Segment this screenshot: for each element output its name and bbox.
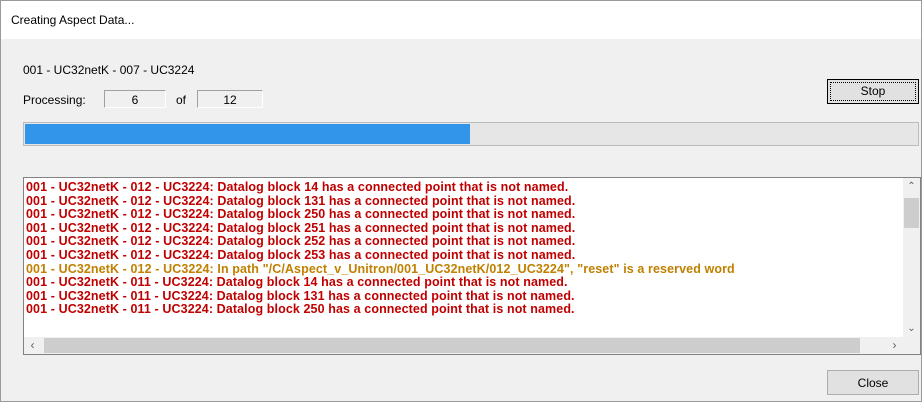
log-entry: 001 - UC32netK - 011 - UC3224: Datalog b… <box>26 275 568 290</box>
scroll-left-icon[interactable]: ‹ <box>24 338 41 352</box>
scroll-right-icon[interactable]: › <box>886 338 903 352</box>
horizontal-scrollbar[interactable]: ‹ › <box>24 337 903 354</box>
log-entry: 001 - UC32netK - 012 - UC3224: Datalog b… <box>26 193 576 208</box>
stop-button[interactable]: Stop <box>827 79 919 104</box>
current-count-field: 6 <box>104 90 166 108</box>
log-entry: 001 - UC32netK - 012 - UC3224: Datalog b… <box>26 207 576 222</box>
log-list[interactable]: 001 - UC32netK - 012 - UC3224: Datalog b… <box>23 177 921 355</box>
log-lines: 001 - UC32netK - 012 - UC3224: Datalog b… <box>26 181 902 335</box>
total-count-field: 12 <box>197 90 263 108</box>
scroll-down-icon[interactable]: ⌄ <box>903 323 920 334</box>
log-entry: 001 - UC32netK - 012 - UC3224: Datalog b… <box>26 234 576 249</box>
log-entry: 001 - UC32netK - 011 - UC3224: Datalog b… <box>26 288 575 303</box>
title-bar[interactable]: Creating Aspect Data... <box>1 1 921 39</box>
progress-fill <box>25 124 470 144</box>
scroll-up-icon[interactable]: ⌃ <box>903 181 920 192</box>
of-label: of <box>176 93 187 107</box>
log-entry: 001 - UC32netK - 012 - UC3224: Datalog b… <box>26 247 576 262</box>
dialog-window: Creating Aspect Data... 001 - UC32netK -… <box>0 0 922 402</box>
log-entry: 001 - UC32netK - 011 - UC3224: Datalog b… <box>26 302 575 317</box>
log-entry: 001 - UC32netK - 012 - UC3224: Datalog b… <box>26 181 569 194</box>
stop-button-label: Stop <box>830 82 916 101</box>
vertical-scrollbar[interactable]: ⌃ ⌄ <box>903 178 920 337</box>
progress-bar <box>23 122 919 146</box>
scroll-corner <box>903 337 920 354</box>
processing-label: Processing: <box>23 93 86 107</box>
current-item-label: 001 - UC32netK - 007 - UC3224 <box>23 63 195 77</box>
log-entry: 001 - UC32netK - 012 - UC3224: In path "… <box>26 261 735 276</box>
vertical-scroll-thumb[interactable] <box>904 198 919 228</box>
horizontal-scroll-thumb[interactable] <box>44 338 860 353</box>
close-button[interactable]: Close <box>827 370 919 395</box>
log-entry: 001 - UC32netK - 012 - UC3224: Datalog b… <box>26 220 576 235</box>
window-title: Creating Aspect Data... <box>11 13 135 27</box>
